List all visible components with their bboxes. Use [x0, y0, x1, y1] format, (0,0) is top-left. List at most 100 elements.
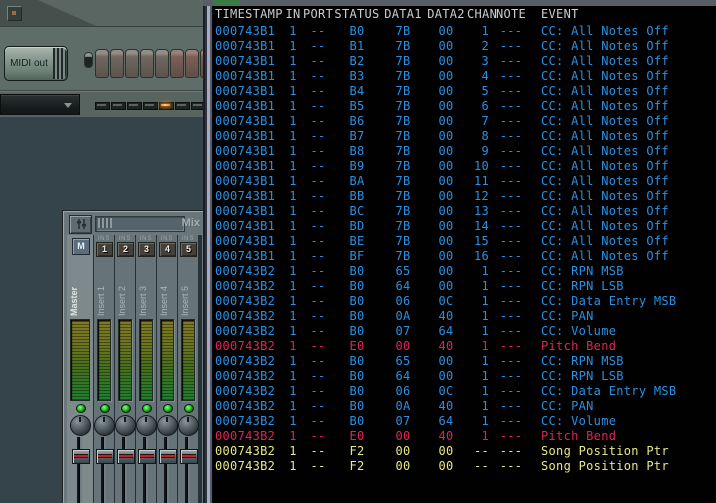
cell-timestamp: 000743B1 — [215, 114, 276, 128]
table-row[interactable]: 000743B1 1 -- BA 7B 00 11 --- CC: All Notes Off — [215, 174, 716, 189]
indicator-slot-5[interactable] — [159, 102, 174, 110]
table-row[interactable]: 000743B2 1 -- B0 06 0C 1 --- CC: Data Entry MSB — [215, 384, 716, 399]
volume-fader-handle[interactable] — [180, 449, 198, 464]
pad-button-6[interactable] — [170, 49, 184, 78]
mixer-titlebar[interactable]: Mix — [65, 213, 203, 234]
volume-fader-handle[interactable] — [96, 449, 114, 464]
table-row[interactable]: 000743B1 1 -- B7 7B 00 8 --- CC: All Notes Off — [215, 129, 716, 144]
volume-fader-handle[interactable] — [72, 449, 90, 464]
table-row[interactable]: 000743B1 1 -- BD 7B 00 14 --- CC: All Notes Off — [215, 219, 716, 234]
event-list-window-border[interactable] — [203, 0, 213, 503]
mixer-strip-insert-1[interactable]: INS 1 Insert 1 — [94, 235, 115, 503]
table-row[interactable]: 000743B1 1 -- B0 7B 00 1 --- CC: All Notes Off — [215, 24, 716, 39]
cell-in: 1 — [289, 339, 297, 353]
indicator-slot-1[interactable] — [95, 102, 110, 110]
insert-number-button[interactable]: 1 — [96, 242, 113, 257]
mixer-display[interactable] — [95, 216, 185, 232]
pan-knob[interactable] — [178, 415, 199, 436]
table-row[interactable]: 000743B1 1 -- BC 7B 00 13 --- CC: All Notes Off — [215, 204, 716, 219]
cell-data2: 0C — [438, 294, 454, 308]
table-row[interactable]: 000743B1 1 -- BE 7B 00 15 --- CC: All Notes Off — [215, 234, 716, 249]
table-row[interactable]: 000743B1 1 -- B1 7B 00 2 --- CC: All Notes Off — [215, 39, 716, 54]
table-row[interactable]: 000743B2 1 -- B0 65 00 1 --- CC: RPN MSB — [215, 264, 716, 279]
table-row[interactable]: 000743B2 1 -- B0 65 00 1 --- CC: RPN MSB — [215, 354, 716, 369]
cell-status: B0 — [349, 399, 365, 413]
indicator-slot-6[interactable] — [175, 102, 190, 110]
cell-in: 1 — [289, 309, 297, 323]
table-row[interactable]: 000743B1 1 -- BB 7B 00 12 --- CC: All Notes Off — [215, 189, 716, 204]
pad-button-4[interactable] — [140, 49, 154, 78]
plugin-options-button[interactable] — [7, 6, 22, 21]
cell-port: -- — [310, 99, 326, 113]
pan-knob[interactable] — [94, 415, 115, 436]
table-row[interactable]: 000743B1 1 -- B9 7B 00 10 --- CC: All Notes Off — [215, 159, 716, 174]
table-row[interactable]: 000743B2 1 -- B0 0A 40 1 --- CC: PAN — [215, 399, 716, 414]
volume-fader-handle[interactable] — [138, 449, 156, 464]
pad-button-3[interactable] — [125, 49, 139, 78]
cell-note: --- — [499, 429, 523, 443]
cell-status: BB — [349, 189, 365, 203]
cell-port: -- — [310, 129, 326, 143]
pad-button-5[interactable] — [155, 49, 169, 78]
cell-note: --- — [499, 99, 523, 113]
mixer-strip-insert-5[interactable]: INS 5 Insert 5 — [178, 235, 199, 503]
table-row[interactable]: 000743B1 1 -- B3 7B 00 4 --- CC: All Notes Off — [215, 69, 716, 84]
table-row[interactable]: 000743B2 1 -- B0 64 00 1 --- CC: RPN LSB — [215, 279, 716, 294]
table-row[interactable]: 000743B2 1 -- F2 00 00 -- --- Song Position Ptr — [215, 444, 716, 459]
insert-number-button[interactable]: 5 — [180, 242, 197, 257]
pad-button-1[interactable] — [95, 49, 109, 78]
pan-knob[interactable] — [136, 415, 157, 436]
cell-status: BF — [349, 249, 365, 263]
cell-port: -- — [310, 69, 326, 83]
cell-data1: 64 — [395, 279, 411, 293]
mixer-strip-insert-2[interactable]: INS 2 Insert 2 — [115, 235, 136, 503]
table-row[interactable]: 000743B2 1 -- B0 07 64 1 --- CC: Volume — [215, 414, 716, 429]
cell-data1: 64 — [395, 369, 411, 383]
mixer-strip-insert-4[interactable]: INS 4 Insert 4 — [157, 235, 178, 503]
cell-data1: 7B — [395, 84, 411, 98]
cell-timestamp: 000743B2 — [215, 444, 276, 458]
table-row[interactable]: 000743B2 1 -- E0 00 40 1 --- Pitch Bend — [215, 429, 716, 444]
pan-knob[interactable] — [157, 415, 178, 436]
pan-knob[interactable] — [115, 415, 136, 436]
pad-button-7[interactable] — [185, 49, 199, 78]
cell-chan: 9 — [481, 144, 489, 158]
indicator-slot-7[interactable] — [191, 102, 203, 110]
master-button[interactable]: M — [72, 238, 90, 255]
table-row[interactable]: 000743B2 1 -- B0 06 0C 1 --- CC: Data Entry MSB — [215, 294, 716, 309]
indicator-slot-3[interactable] — [127, 102, 142, 110]
volume-fader-handle[interactable] — [159, 449, 177, 464]
table-row[interactable]: 000743B1 1 -- B2 7B 00 3 --- CC: All Notes Off — [215, 54, 716, 69]
table-row[interactable]: 000743B2 1 -- E0 00 40 1 --- Pitch Bend — [215, 339, 716, 354]
strip-header: INS 4 — [157, 235, 177, 257]
pad-button-2[interactable] — [110, 49, 124, 78]
cell-note: --- — [499, 159, 523, 173]
pan-knob[interactable] — [70, 415, 91, 436]
cell-data1: 00 — [395, 429, 411, 443]
table-row[interactable]: 000743B1 1 -- B4 7B 00 5 --- CC: All Notes Off — [215, 84, 716, 99]
insert-number-button[interactable]: 2 — [117, 242, 134, 257]
mixer-faders-icon-button[interactable] — [69, 215, 92, 234]
table-row[interactable]: 000743B2 1 -- B0 07 64 1 --- CC: Volume — [215, 324, 716, 339]
table-row[interactable]: 000743B1 1 -- B8 7B 00 9 --- CC: All Notes Off — [215, 144, 716, 159]
mixer-strip-insert-3[interactable]: INS 3 Insert 3 — [136, 235, 157, 503]
midi-out-button[interactable]: MIDI out — [4, 46, 68, 81]
table-row[interactable]: 000743B2 1 -- B0 64 00 1 --- CC: RPN LSB — [215, 369, 716, 384]
table-row[interactable]: 000743B2 1 -- B0 0A 40 1 --- CC: PAN — [215, 309, 716, 324]
table-row[interactable]: 000743B1 1 -- B6 7B 00 7 --- CC: All Notes Off — [215, 114, 716, 129]
table-row[interactable]: 000743B1 1 -- BF 7B 00 16 --- CC: All Notes Off — [215, 249, 716, 264]
cell-timestamp: 000743B1 — [215, 174, 276, 188]
cell-event: CC: All Notes Off — [541, 84, 669, 98]
insert-number-button[interactable]: 4 — [159, 242, 176, 257]
table-row[interactable]: 000743B1 1 -- B5 7B 00 6 --- CC: All Notes Off — [215, 99, 716, 114]
mixer-strip-master[interactable]: M Master — [67, 235, 93, 503]
preset-dropdown[interactable] — [0, 94, 80, 115]
indicator-slot-2[interactable] — [111, 102, 126, 110]
volume-fader-handle[interactable] — [117, 449, 135, 464]
cell-chan: 1 — [481, 384, 489, 398]
insert-number-button[interactable]: 3 — [138, 242, 155, 257]
cell-chan: 1 — [481, 279, 489, 293]
led-zone — [67, 401, 93, 414]
indicator-slot-4[interactable] — [143, 102, 158, 110]
table-row[interactable]: 000743B2 1 -- F2 00 00 -- --- Song Position Ptr — [215, 459, 716, 474]
